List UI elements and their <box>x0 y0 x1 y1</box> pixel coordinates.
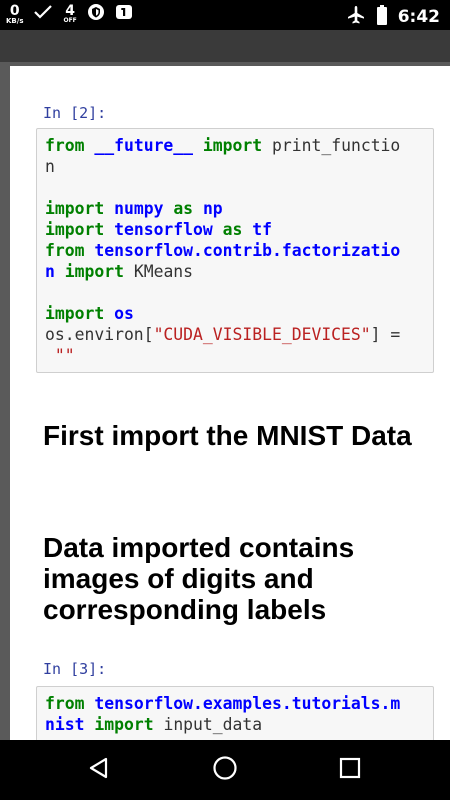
markdown-heading: Data imported contains images of digits … <box>43 532 355 625</box>
notification-badge-icon <box>115 3 133 25</box>
code-token: import <box>94 715 154 734</box>
cell-prompt: In [2]: <box>43 104 107 122</box>
code-token: n <box>45 157 55 176</box>
clock: 6:42 <box>397 7 440 27</box>
net-speed-unit: KB/s <box>6 16 24 25</box>
code-token: os.environ[ <box>45 325 154 344</box>
airplane-mode-icon <box>346 5 366 29</box>
home-button[interactable] <box>210 755 240 785</box>
code-token: import <box>45 220 105 239</box>
check-icon <box>33 3 53 25</box>
code-token: tensorflow <box>114 220 213 239</box>
code-token: as <box>222 220 243 239</box>
cell-prompt: In [3]: <box>43 660 107 678</box>
back-icon <box>87 756 111 784</box>
code-token: print_functio <box>262 136 401 155</box>
code-token: from <box>45 136 85 155</box>
battery-icon <box>376 5 388 29</box>
code-token: "" <box>54 346 75 365</box>
code-token: np <box>202 199 223 218</box>
code-input: from __future__ import print_functio n i… <box>37 129 433 372</box>
code-token: nist <box>45 715 85 734</box>
code-token: from <box>45 694 85 713</box>
code-token: "CUDA_VISIBLE_DEVICES" <box>153 325 371 344</box>
code-cell[interactable]: from __future__ import print_functio n i… <box>36 128 434 373</box>
code-token: ] = <box>370 325 401 344</box>
status-bar: 0 KB/s 4 OFF 6:42 <box>0 0 450 30</box>
code-cell[interactable]: from tensorflow.examples.tutorials.m nis… <box>36 686 434 740</box>
home-icon <box>212 755 238 785</box>
code-token: as <box>173 199 194 218</box>
code-token: tensorflow.examples.tutorials.m <box>94 694 401 713</box>
code-token: import <box>45 304 105 323</box>
markdown-heading: First import the MNIST Data <box>43 420 412 451</box>
code-token: n <box>45 262 55 281</box>
code-token: import <box>64 262 124 281</box>
code-token: import <box>202 136 263 155</box>
code-token: input_data <box>153 715 263 734</box>
net-speed-indicator: 0 KB/s <box>6 4 23 25</box>
status-left: 0 KB/s 4 OFF <box>6 3 133 25</box>
network-type-sub: OFF <box>63 17 77 24</box>
network-type-value: 4 <box>65 3 76 19</box>
recents-icon <box>339 757 361 783</box>
code-token: KMeans <box>123 262 194 281</box>
net-speed-value: 0 <box>9 2 20 19</box>
vpn-shield-icon <box>87 3 105 25</box>
notebook-viewport[interactable]: In [2]: from __future__ import print_fun… <box>0 62 450 740</box>
recents-button[interactable] <box>335 755 365 785</box>
navigation-bar <box>0 740 450 800</box>
code-token: import <box>45 199 105 218</box>
code-token: tensorflow.contrib.factorizatio <box>94 241 401 260</box>
status-right: 6:42 <box>346 5 440 29</box>
code-token: os <box>114 304 134 323</box>
network-type: 4 OFF <box>63 4 76 24</box>
code-token: numpy <box>114 199 164 218</box>
code-input: from tensorflow.examples.tutorials.m nis… <box>37 687 433 740</box>
code-token: from <box>45 241 85 260</box>
code-token: __future__ <box>94 136 194 155</box>
notebook-page: In [2]: from __future__ import print_fun… <box>10 66 450 740</box>
back-button[interactable] <box>84 755 114 785</box>
code-token: tf <box>252 220 273 239</box>
app-bar <box>0 30 450 62</box>
